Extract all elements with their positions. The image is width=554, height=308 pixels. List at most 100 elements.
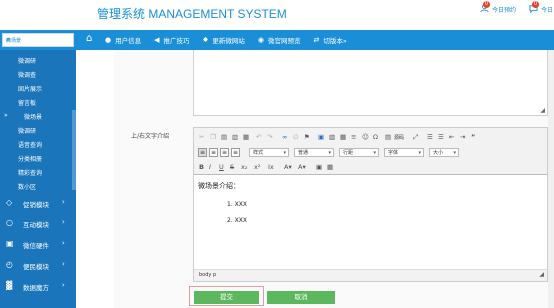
nav-update-site[interactable]: ✸ 更新微网站 xyxy=(203,35,245,45)
copy-icon[interactable]: ❐ xyxy=(210,133,216,141)
outdent-icon[interactable]: ⇤ xyxy=(449,133,454,141)
today-appointments-label: 今日预约 xyxy=(492,7,517,14)
globe-icon: ✸ xyxy=(202,36,209,44)
submit-button[interactable]: 提交 xyxy=(194,291,259,304)
device-icon: ▣ xyxy=(6,239,14,248)
format-select[interactable]: 普通 ▾ xyxy=(294,148,334,157)
home-icon[interactable]: ⌂ xyxy=(86,33,92,44)
align-left-icon: ≡ xyxy=(200,149,206,156)
chevron-right-icon: › xyxy=(62,218,65,226)
nav-label: 用户信息 xyxy=(115,37,142,45)
sidebar-module-interact[interactable]: ○ 互动模块 › xyxy=(0,214,76,232)
active-arrow-icon: » xyxy=(4,112,8,119)
nav-preview-site[interactable]: ◉ 微官网预览 xyxy=(258,35,301,45)
eye-icon: ◉ xyxy=(257,36,264,44)
module-label: 数据魔方 xyxy=(23,284,49,292)
align-justify-button[interactable]: ≡ xyxy=(231,148,240,157)
unlink-icon[interactable]: ∅ xyxy=(293,133,299,141)
style-select-value: 样式 xyxy=(253,150,264,156)
smiley-icon[interactable]: ☺ xyxy=(362,133,369,141)
redo-icon[interactable]: ↷ xyxy=(267,133,272,141)
sidebar-sub-item[interactable]: 微调研 xyxy=(18,56,36,65)
cancel-button[interactable]: 取消 xyxy=(267,291,335,304)
align-right-button[interactable]: ≡ xyxy=(220,148,229,157)
sidebar-sub-item[interactable]: 微调查 xyxy=(18,70,36,79)
blockquote-icon[interactable]: ” xyxy=(471,133,475,141)
align-center-button[interactable]: ≡ xyxy=(209,148,218,157)
remove-format-icon[interactable]: Ix xyxy=(268,163,274,171)
hr-icon[interactable]: ≡ xyxy=(351,133,356,141)
paste-icon[interactable]: ▤ xyxy=(221,133,227,141)
size-select[interactable]: 大小 ▾ xyxy=(429,148,459,157)
template-icon[interactable]: ▣ xyxy=(316,163,322,171)
messages-badge: 0 xyxy=(532,1,539,8)
bold-icon[interactable]: B xyxy=(199,163,204,171)
resize-handle-icon[interactable]: ◢ xyxy=(539,271,544,278)
editor-list-item[interactable]: 1. XXX xyxy=(227,201,247,208)
numbered-list-icon[interactable]: ☰ xyxy=(427,133,433,141)
sidebar-module-convenience[interactable]: ◴ 便民模块 › xyxy=(0,256,76,274)
undo-icon[interactable]: ↶ xyxy=(256,133,261,141)
source-icon[interactable]: ▤ xyxy=(385,133,391,141)
module-label: 便民模块 xyxy=(23,263,49,271)
sidebar-sub-item[interactable]: 数小区 xyxy=(18,182,36,191)
sidebar-module-data[interactable]: ▓ 数据魔方 › xyxy=(0,277,76,295)
paste-text-icon[interactable]: ▥ xyxy=(232,133,238,141)
today-messages[interactable]: 0 今日 xyxy=(529,1,553,14)
subscript-icon[interactable]: x₂ xyxy=(241,163,247,171)
nav-user-info[interactable]: ● 用户信息 xyxy=(105,35,141,45)
link-icon[interactable]: ∞ xyxy=(282,133,287,141)
paste-word-icon[interactable]: ▦ xyxy=(243,133,249,141)
image-icon[interactable]: ▣ xyxy=(318,133,324,141)
nav-switch-version[interactable]: ⇄ 切版本» xyxy=(313,35,346,45)
strike-icon[interactable]: S xyxy=(230,163,234,171)
font-select[interactable]: 字体 ▾ xyxy=(384,148,424,157)
table-icon[interactable]: ▦ xyxy=(340,133,346,141)
preview-icon[interactable]: ▦ xyxy=(327,163,333,171)
underline-icon[interactable]: U xyxy=(219,163,224,171)
indent-icon[interactable]: ⇥ xyxy=(460,133,465,141)
editor-list-item[interactable]: 2. XXX xyxy=(227,217,247,224)
align-left-button[interactable]: ≡ xyxy=(198,148,207,157)
cut-icon[interactable]: ✂ xyxy=(199,133,204,141)
appointments-badge: 0 xyxy=(483,1,490,8)
sidebar-sub-item[interactable]: 语音查询 xyxy=(18,140,42,149)
upper-editor-area[interactable]: ◢ xyxy=(193,50,548,116)
text-color-icon[interactable]: A▾ xyxy=(284,163,292,171)
italic-icon[interactable]: I xyxy=(209,163,211,171)
sidebar-sub-item[interactable]: 精彩查询 xyxy=(18,168,42,177)
module-label: 互动模块 xyxy=(23,221,49,229)
line-height-select[interactable]: 行距 ▾ xyxy=(339,148,379,157)
sidebar-sub-item[interactable]: 分类相册 xyxy=(18,154,42,163)
bg-color-icon[interactable]: A▾ xyxy=(298,163,306,171)
sidebar-search-input[interactable]: 微场景 ⌕ xyxy=(2,33,74,47)
sidebar-sub-item[interactable]: 固片展示 xyxy=(18,84,42,93)
chat-bubble-icon: ○ xyxy=(6,218,13,227)
editor-heading[interactable]: 微场景介绍： xyxy=(198,181,240,191)
nav-promo-tips[interactable]: ◀ 推广技巧 xyxy=(154,35,189,45)
sidebar-sub-item[interactable]: 微调研 xyxy=(18,126,36,135)
align-justify-icon: ≡ xyxy=(233,149,239,156)
anchor-flag-icon[interactable]: ⚑ xyxy=(304,133,310,141)
maximize-icon[interactable]: ⤢ xyxy=(413,133,418,141)
page-scrollbar[interactable] xyxy=(548,50,554,308)
source-button-label[interactable]: 源码 xyxy=(394,134,404,141)
special-char-icon[interactable]: Ω xyxy=(373,133,378,141)
sidebar-module-hardware[interactable]: ▣ 微信硬件 › xyxy=(0,235,76,253)
sidebar-sub-item-active[interactable]: 微场景 xyxy=(24,112,42,121)
sidebar-sub-item[interactable]: 留言板 xyxy=(18,98,36,107)
line-height-select-value: 行距 xyxy=(343,150,354,156)
superscript-icon[interactable]: x² xyxy=(254,163,260,171)
sidebar: 微调研 微调查 固片展示 留言板 » 微场景 微调研 语音查询 分类相册 精彩查… xyxy=(0,50,76,308)
search-icon[interactable]: ⌕ xyxy=(6,35,70,45)
megaphone-icon: ◀ xyxy=(154,36,160,44)
sidebar-module-promo[interactable]: ◇ 促销模块 › xyxy=(0,194,76,212)
style-select[interactable]: 样式 ▾ xyxy=(249,148,289,157)
resize-handle-icon[interactable]: ◢ xyxy=(540,107,545,114)
flash-icon[interactable]: ▧ xyxy=(329,133,335,141)
element-path: body p xyxy=(199,272,217,278)
chevron-down-icon: ▾ xyxy=(283,150,286,156)
today-appointments[interactable]: 0 今日预约 xyxy=(480,1,517,14)
bulleted-list-icon[interactable]: ☰ xyxy=(438,133,444,141)
editor-toolbar-row-1: ✂ ❐ ▤ ▥ ▦ ↶ ↷ ∞ ∅ ⚑ ▣ ▧ ▦ ≡ ☺ Ω ▤ 源码 ⤢ ☰… xyxy=(194,128,547,146)
